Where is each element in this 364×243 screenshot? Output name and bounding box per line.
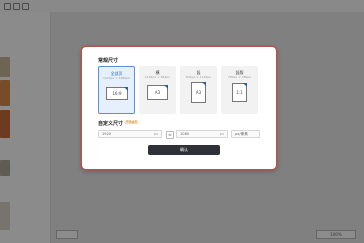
width-unit: px (153, 132, 158, 136)
size-card-dims: 1920px × 1080px (102, 76, 131, 80)
size-card-ratio: 16:9 (112, 91, 122, 96)
height-input[interactable]: 1080 px (176, 130, 228, 138)
size-card-a3-landscape[interactable]: 横 1191px × 842px A3 (139, 66, 176, 114)
width-input[interactable]: 1920 px (98, 130, 162, 138)
page-shape-icon: 1:1 (232, 83, 247, 102)
page-shape-icon: 16:9 (106, 87, 128, 100)
confirm-button[interactable]: 确认 (148, 145, 220, 155)
size-card-ratio: A3 (154, 90, 161, 95)
width-value: 1920 (102, 132, 112, 136)
page-corner-icon (243, 83, 247, 87)
size-card-dims: 1191px × 842px (144, 75, 171, 79)
custom-size-title: 自定义尺寸 (98, 121, 124, 127)
canvas-size-dialog: 常规尺寸 全部页 1920px × 1080px 16:9 横 1191px ×… (82, 47, 276, 169)
common-size-title: 常规尺寸 (98, 58, 119, 64)
size-card-dims: 780px × 780px (227, 75, 252, 79)
size-card-ratio: 1:1 (236, 90, 243, 95)
lock-ratio-button[interactable]: ⇔ (166, 131, 174, 139)
size-card-ratio: A3 (195, 90, 202, 95)
height-value: 1080 (180, 132, 190, 136)
page-corner-icon (124, 87, 128, 91)
vip-badge: 开通会员 (124, 120, 140, 124)
size-card-1-1[interactable]: 竖版 780px × 780px 1:1 (221, 66, 258, 114)
page-corner-icon (202, 82, 206, 86)
page-shape-icon: A3 (147, 85, 168, 100)
size-card-16-9[interactable]: 全部页 1920px × 1080px 16:9 (98, 66, 135, 114)
size-card-a3-portrait[interactable]: 竖 842px × 1191px A3 (180, 66, 217, 114)
unit-select-value: px/像素 (235, 132, 248, 136)
size-card-dims: 842px × 1191px (185, 75, 212, 79)
page-shape-icon: A3 (191, 82, 206, 103)
height-unit: px (219, 132, 224, 136)
size-card-list: 全部页 1920px × 1080px 16:9 横 1191px × 842p… (98, 66, 260, 114)
page-corner-icon (164, 85, 168, 89)
unit-select[interactable]: px/像素 (231, 130, 260, 138)
custom-size-row: 1920 px ⇔ 1080 px px/像素 (98, 130, 260, 139)
